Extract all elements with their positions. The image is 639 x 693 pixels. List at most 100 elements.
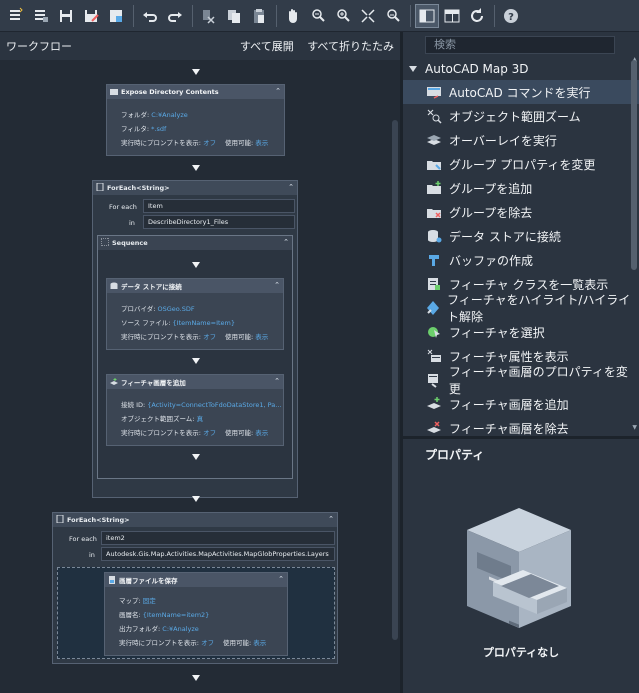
toolbox-item-label: フィーチャ クラスを一覧表示 [449, 277, 609, 292]
svg-text:?: ? [508, 12, 514, 23]
toolbox-search-input[interactable]: 検索 [425, 36, 615, 54]
prop-value[interactable]: オフ [203, 429, 216, 437]
activity-icon [110, 88, 118, 96]
workflow-canvas[interactable]: Expose Directory Contents ⌃ フォルダ: C:¥Ana… [0, 60, 400, 693]
open-workflow-icon[interactable] [29, 4, 53, 28]
activity-add-feature-layer[interactable]: フィーチャ画層を追加 ⌃ 接続 ID: {Activity=ConnectToF… [106, 374, 284, 446]
new-workflow-icon[interactable] [4, 4, 28, 28]
toolbox-item-highlight[interactable]: フィーチャをハイライト/ハイライト解除 [403, 293, 639, 324]
workflow-scrollbar[interactable] [392, 120, 398, 640]
toolbox-item-run-command[interactable]: AutoCAD コマンドを実行 [403, 80, 639, 104]
prop-value[interactable]: {ItemName=item2} [143, 611, 210, 619]
flow-arrow [192, 262, 200, 268]
datastore-icon [110, 282, 118, 290]
toolbox-list: AutoCAD Map 3D AutoCAD コマンドを実行 オブジェクト範囲ズ… [403, 58, 639, 462]
collapse-icon[interactable]: ⌃ [278, 575, 284, 583]
group-properties-icon [425, 155, 443, 173]
redo-icon[interactable] [163, 4, 187, 28]
layout-vertical-icon[interactable] [415, 3, 439, 28]
toolbox-item-label: バッファの作成 [449, 253, 534, 268]
prop-label: プロバイダ: [121, 305, 156, 313]
toolbox-item-label: AutoCAD コマンドを実行 [449, 85, 591, 100]
expand-triangle-icon[interactable] [409, 66, 417, 72]
highlight-icon [425, 299, 441, 317]
prop-label: 実行時にプロンプトを表示: [121, 139, 201, 147]
toolbox-item-label: フィーチャ画層を除去 [449, 421, 569, 436]
toolbox-group-autocad-map[interactable]: AutoCAD Map 3D [403, 58, 639, 80]
copy-icon[interactable] [222, 4, 246, 28]
save-as-icon[interactable] [79, 4, 103, 28]
toolbox-item-buffer[interactable]: バッファの作成 [403, 248, 639, 272]
activity-connect-datastore[interactable]: データ ストアに接続 ⌃ プロバイダ: OSGeo.SDF ソース ファイル: … [106, 278, 284, 350]
prop-value[interactable]: C:¥Analyze [151, 111, 187, 119]
toolbox-panel: 検索 AutoCAD Map 3D AutoCAD コマンドを実行 オブジェクト… [403, 32, 639, 693]
collapse-icon[interactable]: ⌃ [274, 377, 280, 385]
prop-value[interactable]: 表示 [255, 333, 268, 341]
prop-value[interactable]: 表示 [255, 139, 268, 147]
activity-foreach-2[interactable]: ForEach<String> ⌃ For each item2 in Auto… [52, 512, 338, 664]
prop-value[interactable]: オフ [203, 333, 216, 341]
toolbox-item-connect-datastore[interactable]: データ ストアに接続 [403, 224, 639, 248]
toolbox-item-label: データ ストアに接続 [449, 229, 561, 244]
activity-sequence[interactable]: Sequence ⌃ データ ストアに接続 ⌃ プロバイダ: OSGeo.SDF… [97, 235, 293, 479]
toolbox-item-label: フィーチャ画層を追加 [449, 397, 569, 412]
toolbox-item-zoom-extents[interactable]: オブジェクト範囲ズーム [403, 104, 639, 128]
expand-all-link[interactable]: すべて展開 [240, 40, 294, 53]
pan-icon[interactable] [281, 4, 305, 28]
collapse-icon[interactable]: ⌃ [328, 515, 334, 523]
prop-value[interactable]: {ItemName=Item} [173, 319, 236, 327]
zoom-in-icon[interactable] [331, 4, 355, 28]
prop-label: 使用可能: [223, 639, 252, 647]
collapse-all-link[interactable]: すべて折りたたみ [307, 40, 394, 53]
toolbox-item-add-group[interactable]: グループを追加 [403, 176, 639, 200]
foreach-icon [96, 182, 104, 193]
undo-icon[interactable] [138, 4, 162, 28]
foreach-icon [56, 514, 64, 525]
toolbox-item-group-properties[interactable]: グループ プロパティを変更 [403, 152, 639, 176]
zoom-fit-icon[interactable] [356, 4, 380, 28]
collapse-icon[interactable]: ⌃ [283, 238, 289, 246]
prop-label: 使用可能: [225, 139, 254, 147]
prop-value[interactable]: {Activity=ConnectToFdoDataStore1, Pa... [147, 401, 281, 409]
activity-expose-directory[interactable]: Expose Directory Contents ⌃ フォルダ: C:¥Ana… [106, 84, 285, 156]
prop-value[interactable]: 表示 [253, 639, 266, 647]
prop-value[interactable]: C:¥Analyze [162, 625, 198, 633]
export-icon[interactable] [104, 4, 128, 28]
refresh-icon[interactable] [465, 4, 489, 28]
panel-divider[interactable] [403, 436, 639, 439]
save-icon[interactable] [54, 4, 78, 28]
foreach-item-field[interactable]: Item [143, 199, 295, 213]
foreach-collection-field[interactable]: DescribeDirectory1_Files [143, 215, 295, 229]
help-icon[interactable]: ? [499, 4, 523, 28]
cut-icon[interactable] [197, 4, 221, 28]
toolbox-scrollbar[interactable] [631, 60, 637, 270]
foreach-label: For each [109, 203, 137, 211]
activity-save-layer-file[interactable]: 画層ファイルを保存 ⌃ マップ: 固定 画層名: {ItemName=item2… [104, 572, 288, 656]
foreach-item-field[interactable]: item2 [101, 531, 335, 545]
prop-value[interactable]: 表示 [255, 429, 268, 437]
zoom-reset-icon[interactable] [381, 4, 405, 28]
prop-value[interactable]: *.sdf [151, 125, 166, 133]
prop-value[interactable]: 真 [197, 415, 204, 423]
zoom-out-icon[interactable] [306, 4, 330, 28]
collapse-icon[interactable]: ⌃ [274, 281, 280, 289]
toolbox-item-overlay[interactable]: オーバーレイを実行 [403, 128, 639, 152]
toolbox-item-label: フィーチャを選択 [449, 325, 545, 340]
foreach-body[interactable]: 画層ファイルを保存 ⌃ マップ: 固定 画層名: {ItemName=item2… [57, 567, 335, 659]
layer-properties-icon [425, 371, 443, 389]
scroll-down-icon[interactable]: ▼ [632, 424, 637, 431]
prop-value[interactable]: オフ [201, 639, 214, 647]
toolbox-item-layer-properties[interactable]: フィーチャ画層のプロパティを変更 [403, 365, 639, 396]
collapse-icon[interactable]: ⌃ [275, 87, 281, 95]
foreach-collection-field[interactable]: Autodesk.Gis.Map.Activities.MapActivitie… [101, 547, 335, 561]
remove-layer-icon [425, 419, 443, 437]
toolbox-item-remove-group[interactable]: グループを除去 [403, 200, 639, 224]
activity-foreach-1[interactable]: ForEach<String> ⌃ For each Item in Descr… [92, 180, 298, 498]
layout-horizontal-icon[interactable] [440, 4, 464, 28]
prop-value[interactable]: オフ [203, 139, 216, 147]
save-layer-icon [108, 576, 116, 584]
prop-value[interactable]: 固定 [143, 597, 156, 605]
collapse-icon[interactable]: ⌃ [288, 183, 294, 191]
paste-icon[interactable] [247, 4, 271, 28]
prop-value[interactable]: OSGeo.SDF [158, 305, 195, 313]
